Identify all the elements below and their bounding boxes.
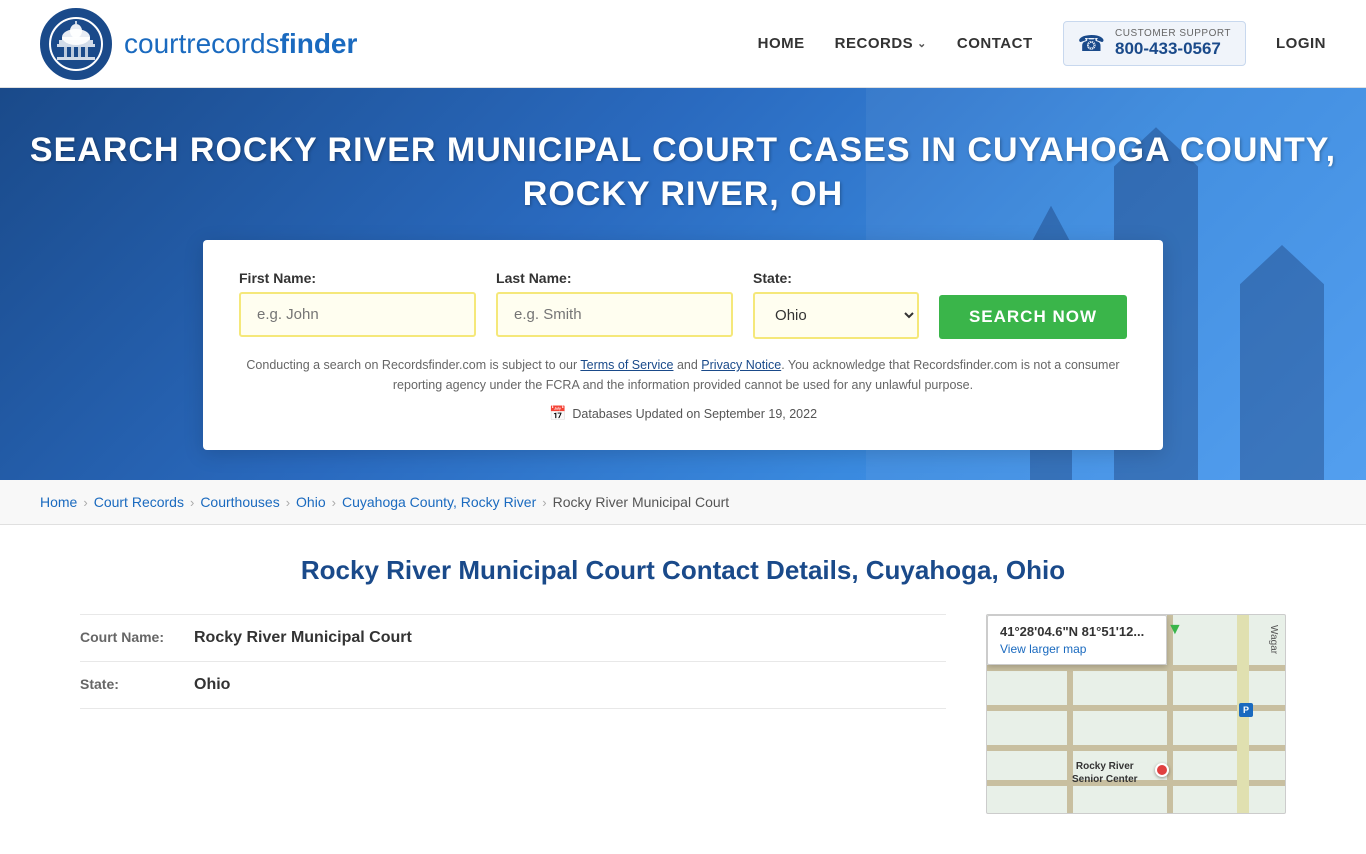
main-nav: HOME RECORDS ⌄ CONTACT ☎ CUSTOMER SUPPOR…	[758, 21, 1326, 66]
breadcrumb-sep-2: ›	[190, 495, 194, 510]
breadcrumb-cuyahoga[interactable]: Cuyahoga County, Rocky River	[342, 494, 536, 510]
first-name-group: First Name:	[239, 270, 476, 339]
details-table: Court Name: Rocky River Municipal Court …	[80, 614, 946, 814]
hero-section: SEARCH ROCKY RIVER MUNICIPAL COURT CASES…	[0, 88, 1366, 480]
nav-records[interactable]: RECORDS ⌄	[835, 35, 927, 52]
search-button[interactable]: SEARCH NOW	[939, 295, 1127, 339]
breadcrumb-bar: Home › Court Records › Courthouses › Ohi…	[0, 480, 1366, 525]
chevron-down-icon: ⌄	[917, 37, 927, 50]
state-select[interactable]: Ohio Alabama Alaska Arizona Arkansas Cal…	[753, 292, 919, 339]
map-poi-icon: P	[1243, 705, 1249, 715]
details-map-row: Court Name: Rocky River Municipal Court …	[80, 614, 1286, 814]
first-name-input[interactable]	[239, 292, 476, 337]
breadcrumb-courthouses[interactable]: Courthouses	[200, 494, 279, 510]
map-road	[1167, 615, 1173, 813]
state-detail-label: State:	[80, 676, 180, 692]
map-tooltip: 41°28'04.6"N 81°51'12... View larger map	[987, 615, 1167, 665]
terms-link[interactable]: Terms of Service	[580, 358, 673, 372]
court-name-value: Rocky River Municipal Court	[194, 629, 412, 647]
disclaimer-text: Conducting a search on Recordsfinder.com…	[239, 355, 1127, 395]
last-name-input[interactable]	[496, 292, 733, 337]
detail-row-court-name: Court Name: Rocky River Municipal Court	[80, 614, 946, 662]
site-header: courtrecordsfinder HOME RECORDS ⌄ CONTAC…	[0, 0, 1366, 88]
map-container[interactable]: Wagar ommunity Garden ▼ Rocky RiverSenio…	[986, 614, 1286, 814]
search-fields-row: First Name: Last Name: State: Ohio Alaba…	[239, 270, 1127, 339]
logo-text: courtrecordsfinder	[124, 28, 357, 60]
support-info: CUSTOMER SUPPORT 800-433-0567	[1115, 28, 1231, 59]
detail-row-state: State: Ohio	[80, 662, 946, 709]
breadcrumb-sep-4: ›	[332, 495, 336, 510]
breadcrumb-sep-1: ›	[83, 495, 87, 510]
first-name-label: First Name:	[239, 270, 476, 286]
main-content: Rocky River Municipal Court Contact Deta…	[0, 525, 1366, 854]
map-tooltip-coords: 41°28'04.6"N 81°51'12...	[1000, 624, 1154, 639]
map-poi: P	[1239, 703, 1253, 717]
last-name-group: Last Name:	[496, 270, 733, 339]
nav-contact[interactable]: CONTACT	[957, 35, 1033, 52]
breadcrumb-sep-5: ›	[542, 495, 546, 510]
map-arrow-icon: ▼	[1167, 621, 1281, 639]
db-updated-text: Databases Updated on September 19, 2022	[572, 407, 817, 421]
search-card: First Name: Last Name: State: Ohio Alaba…	[203, 240, 1163, 450]
support-label: CUSTOMER SUPPORT	[1115, 28, 1231, 39]
headset-icon: ☎	[1078, 31, 1105, 57]
db-updated: 📅 Databases Updated on September 19, 202…	[239, 405, 1127, 422]
support-box: ☎ CUSTOMER SUPPORT 800-433-0567	[1063, 21, 1246, 66]
last-name-label: Last Name:	[496, 270, 733, 286]
logo-icon	[40, 8, 112, 80]
court-name-label: Court Name:	[80, 629, 180, 645]
map-sr-center-label: Rocky RiverSenior Center	[1072, 760, 1138, 786]
state-label: State:	[753, 270, 919, 286]
nav-home[interactable]: HOME	[758, 35, 805, 52]
nav-login[interactable]: LOGIN	[1276, 35, 1326, 52]
breadcrumb-current: Rocky River Municipal Court	[553, 494, 730, 510]
state-detail-value: Ohio	[194, 676, 230, 694]
support-number[interactable]: 800-433-0567	[1115, 39, 1231, 59]
map-view-larger-link[interactable]: View larger map	[1000, 642, 1154, 656]
privacy-link[interactable]: Privacy Notice	[701, 358, 781, 372]
state-group: State: Ohio Alabama Alaska Arizona Arkan…	[753, 270, 919, 339]
breadcrumb-home[interactable]: Home	[40, 494, 77, 510]
breadcrumb-ohio[interactable]: Ohio	[296, 494, 326, 510]
breadcrumb-sep-3: ›	[286, 495, 290, 510]
site-logo[interactable]: courtrecordsfinder	[40, 8, 357, 80]
map-area: Wagar ommunity Garden ▼ Rocky RiverSenio…	[986, 614, 1286, 814]
hero-title: SEARCH ROCKY RIVER MUNICIPAL COURT CASES…	[20, 128, 1346, 216]
calendar-icon: 📅	[549, 405, 566, 422]
section-title: Rocky River Municipal Court Contact Deta…	[80, 555, 1286, 586]
breadcrumb-court-records[interactable]: Court Records	[94, 494, 184, 510]
breadcrumb: Home › Court Records › Courthouses › Ohi…	[40, 494, 1326, 510]
